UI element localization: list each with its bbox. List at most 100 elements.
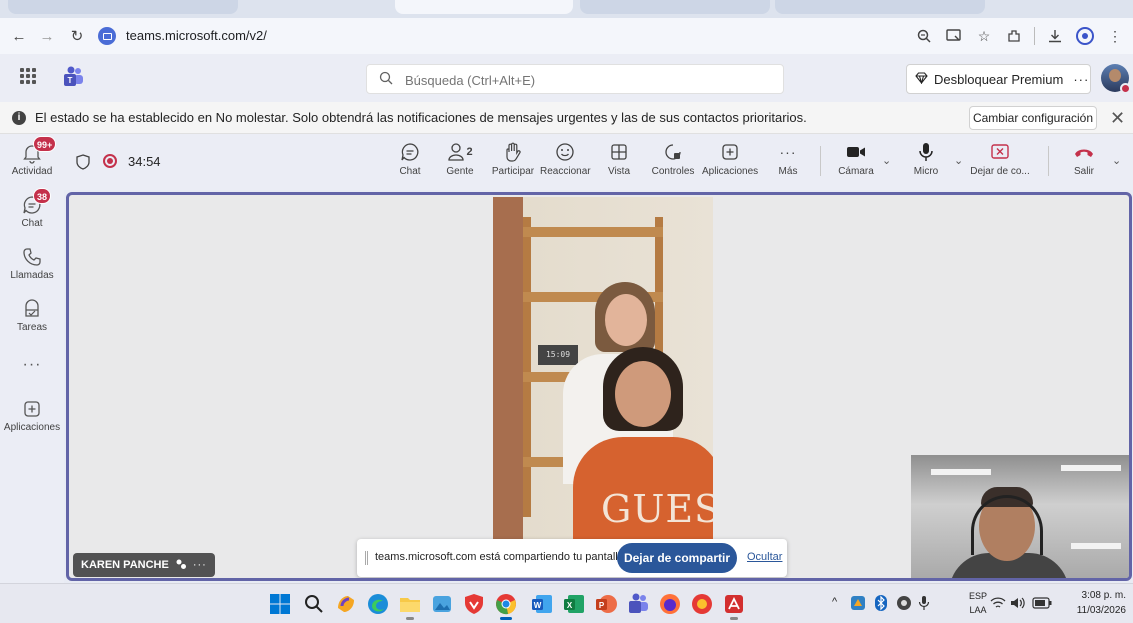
url-text[interactable]: teams.microsoft.com/v2/: [126, 28, 267, 43]
windows-taskbar: W X P ^ ESP LAA 3:08 p. m. 11/03/2026: [0, 583, 1133, 623]
reload-icon[interactable]: ↻: [64, 23, 90, 49]
phone-icon: [21, 246, 43, 268]
browser-address-row: ← → ↻ teams.microsoft.com/v2/ ☆ ⋮: [0, 18, 1133, 54]
hang-up-icon: [1066, 140, 1102, 164]
toolbar-label: Controles: [651, 166, 695, 177]
participant-status-icon: [175, 558, 187, 573]
user-avatar[interactable]: [1101, 64, 1131, 94]
camera-options-chevron-icon[interactable]: ⌄: [882, 154, 891, 167]
leave-options-chevron-icon[interactable]: ⌄: [1112, 154, 1121, 167]
forward-arrow-icon[interactable]: →: [34, 23, 60, 49]
battery-icon[interactable]: [1032, 597, 1052, 612]
browser-tab-active[interactable]: [395, 0, 573, 14]
input-language-indicator[interactable]: ESP LAA: [965, 589, 991, 617]
zoom-icon[interactable]: [914, 26, 934, 46]
banner-message: El estado se ha establecido en No molest…: [35, 110, 807, 125]
app-launcher-icon[interactable]: [20, 68, 36, 84]
teams-logo-icon[interactable]: T: [62, 66, 83, 88]
keyboard-layout: LAA: [969, 605, 987, 615]
rail-item-tasks[interactable]: Tareas: [0, 298, 64, 333]
participant-video-main[interactable]: 15:09 GUES: [493, 197, 713, 577]
svg-text:P: P: [599, 601, 605, 610]
powerpoint-icon[interactable]: P: [594, 592, 618, 616]
browser-tab[interactable]: [8, 0, 238, 14]
firefox-icon[interactable]: [658, 592, 682, 616]
extensions-icon[interactable]: [1004, 26, 1024, 46]
chrome-icon[interactable]: [494, 592, 518, 620]
mic-options-chevron-icon[interactable]: ⌄: [954, 154, 963, 167]
search-input[interactable]: [405, 70, 765, 90]
toolbar-leave-button[interactable]: Salir: [1066, 140, 1102, 177]
toolbar-people-button[interactable]: 2 Gente: [440, 140, 480, 177]
copilot-icon[interactable]: [334, 592, 358, 616]
participant-name-tag: KAREN PANCHE ···: [73, 553, 215, 577]
file-explorer-icon[interactable]: [398, 592, 422, 620]
unlock-premium-button[interactable]: Desbloquear Premium ···: [906, 64, 1091, 94]
toolbar-label: Vista: [607, 166, 631, 177]
chat-icon: [392, 140, 428, 164]
security-icon[interactable]: [896, 595, 912, 614]
hide-share-bar-link[interactable]: Ocultar: [747, 551, 782, 563]
rail-item-calls[interactable]: Llamadas: [0, 246, 64, 281]
drag-handle-icon[interactable]: [365, 551, 368, 565]
premium-label: Desbloquear Premium: [934, 71, 1064, 87]
toolbar-label: Cámara: [838, 166, 874, 177]
browser-tab[interactable]: [580, 0, 770, 14]
tray-overflow-chevron-icon[interactable]: ^: [832, 596, 837, 608]
excel-icon[interactable]: X: [562, 592, 586, 616]
smiley-icon: [540, 140, 590, 164]
svg-text:W: W: [534, 601, 542, 610]
toolbar-chat-button[interactable]: Chat: [392, 140, 428, 177]
download-icon[interactable]: [1045, 26, 1065, 46]
bookmark-star-icon[interactable]: ☆: [974, 26, 994, 46]
wifi-icon[interactable]: [990, 596, 1006, 613]
cast-icon[interactable]: [944, 26, 964, 46]
browser-tab[interactable]: [775, 0, 985, 14]
shirt-logo-text: GUES: [601, 487, 713, 531]
toolbar-apps-button[interactable]: Aplicaciones: [702, 140, 758, 177]
self-view-video[interactable]: [911, 455, 1129, 578]
back-arrow-icon[interactable]: ←: [6, 23, 32, 49]
rail-item-apps[interactable]: Aplicaciones: [0, 398, 64, 433]
rail-item-more[interactable]: ···: [0, 354, 64, 376]
word-icon[interactable]: W: [530, 592, 554, 616]
toolbar-controls-button[interactable]: Controles: [648, 140, 698, 177]
tray-app-icon[interactable]: [850, 595, 866, 614]
acrobat-icon[interactable]: [722, 592, 746, 620]
toolbar-divider: [1048, 146, 1049, 176]
toolbar-label: Micro: [913, 166, 939, 177]
participant-more-icon[interactable]: ···: [193, 559, 207, 571]
rail-item-label: Actividad: [11, 166, 53, 177]
volume-icon[interactable]: [1010, 596, 1026, 613]
browser-menu-icon[interactable]: ⋮: [1105, 26, 1125, 46]
windows-start-icon[interactable]: [268, 592, 292, 616]
toolbar-react-button[interactable]: Reaccionar: [540, 140, 591, 177]
teams-icon[interactable]: [626, 592, 650, 616]
toolbar-more-button[interactable]: ··· Más: [774, 140, 802, 177]
taskbar-search-icon[interactable]: [302, 592, 326, 616]
toolbar-mic-button[interactable]: Micro: [906, 140, 946, 177]
close-icon[interactable]: ✕: [1110, 108, 1125, 129]
toolbar-stop-sharing-button[interactable]: Dejar de co...: [970, 140, 1030, 177]
toolbar-view-button[interactable]: Vista: [602, 140, 636, 177]
rail-item-activity[interactable]: 99+ Actividad: [0, 136, 64, 177]
left-app-rail: 99+ Actividad 38 Chat Llamadas Tareas ··…: [0, 134, 64, 583]
bluetooth-icon[interactable]: [874, 595, 888, 614]
profile-icon[interactable]: [1075, 26, 1095, 46]
rail-item-chat[interactable]: 38 Chat: [0, 188, 64, 229]
taskbar-clock[interactable]: 3:08 p. m. 11/03/2026: [1070, 588, 1126, 618]
edge-icon[interactable]: [366, 592, 390, 616]
toolbar-raise-hand-button[interactable]: Participar: [488, 140, 538, 177]
stop-sharing-button[interactable]: Dejar de compartir: [617, 543, 737, 573]
toolbar-label: Salir: [1073, 166, 1094, 177]
premium-more-icon[interactable]: ···: [1073, 72, 1089, 87]
search-bar[interactable]: [366, 64, 784, 94]
toolbar-camera-button[interactable]: Cámara: [834, 140, 878, 177]
vpn-shield-icon[interactable]: [462, 592, 486, 616]
shield-icon[interactable]: [76, 154, 90, 170]
change-settings-button[interactable]: Cambiar configuración: [969, 106, 1097, 130]
gamebar-icon[interactable]: [690, 592, 714, 616]
clock-time: 3:08 p. m.: [1081, 590, 1126, 601]
microphone-tray-icon[interactable]: [918, 595, 930, 614]
photos-icon[interactable]: [430, 592, 454, 616]
